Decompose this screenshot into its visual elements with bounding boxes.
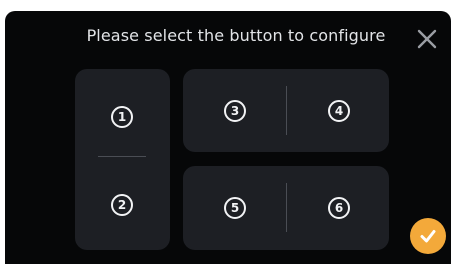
divider	[98, 156, 146, 157]
divider	[286, 183, 287, 232]
check-icon	[420, 230, 436, 243]
button-slot-4[interactable]: 4	[319, 91, 359, 131]
button-slot-5[interactable]: 5	[215, 188, 255, 228]
button-group-left: 1 2	[75, 69, 170, 250]
button-group-bottom-right: 5 6	[183, 166, 389, 250]
configure-dialog: Please select the button to configure 1 …	[5, 11, 451, 264]
button-group-top-right: 3 4	[183, 69, 389, 152]
button-slot-2[interactable]: 2	[102, 185, 142, 225]
button-number-3: 3	[224, 100, 246, 122]
button-number-6: 6	[328, 197, 350, 219]
dialog-title: Please select the button to configure	[86, 26, 386, 45]
button-number-5: 5	[224, 197, 246, 219]
close-icon	[417, 29, 437, 49]
button-slot-1[interactable]: 1	[102, 97, 142, 137]
button-number-4: 4	[328, 100, 350, 122]
button-slot-6[interactable]: 6	[319, 188, 359, 228]
confirm-button[interactable]	[410, 218, 446, 254]
button-slot-3[interactable]: 3	[215, 91, 255, 131]
divider	[286, 86, 287, 135]
button-number-2: 2	[111, 194, 133, 216]
button-number-1: 1	[111, 106, 133, 128]
close-button[interactable]	[415, 27, 439, 51]
